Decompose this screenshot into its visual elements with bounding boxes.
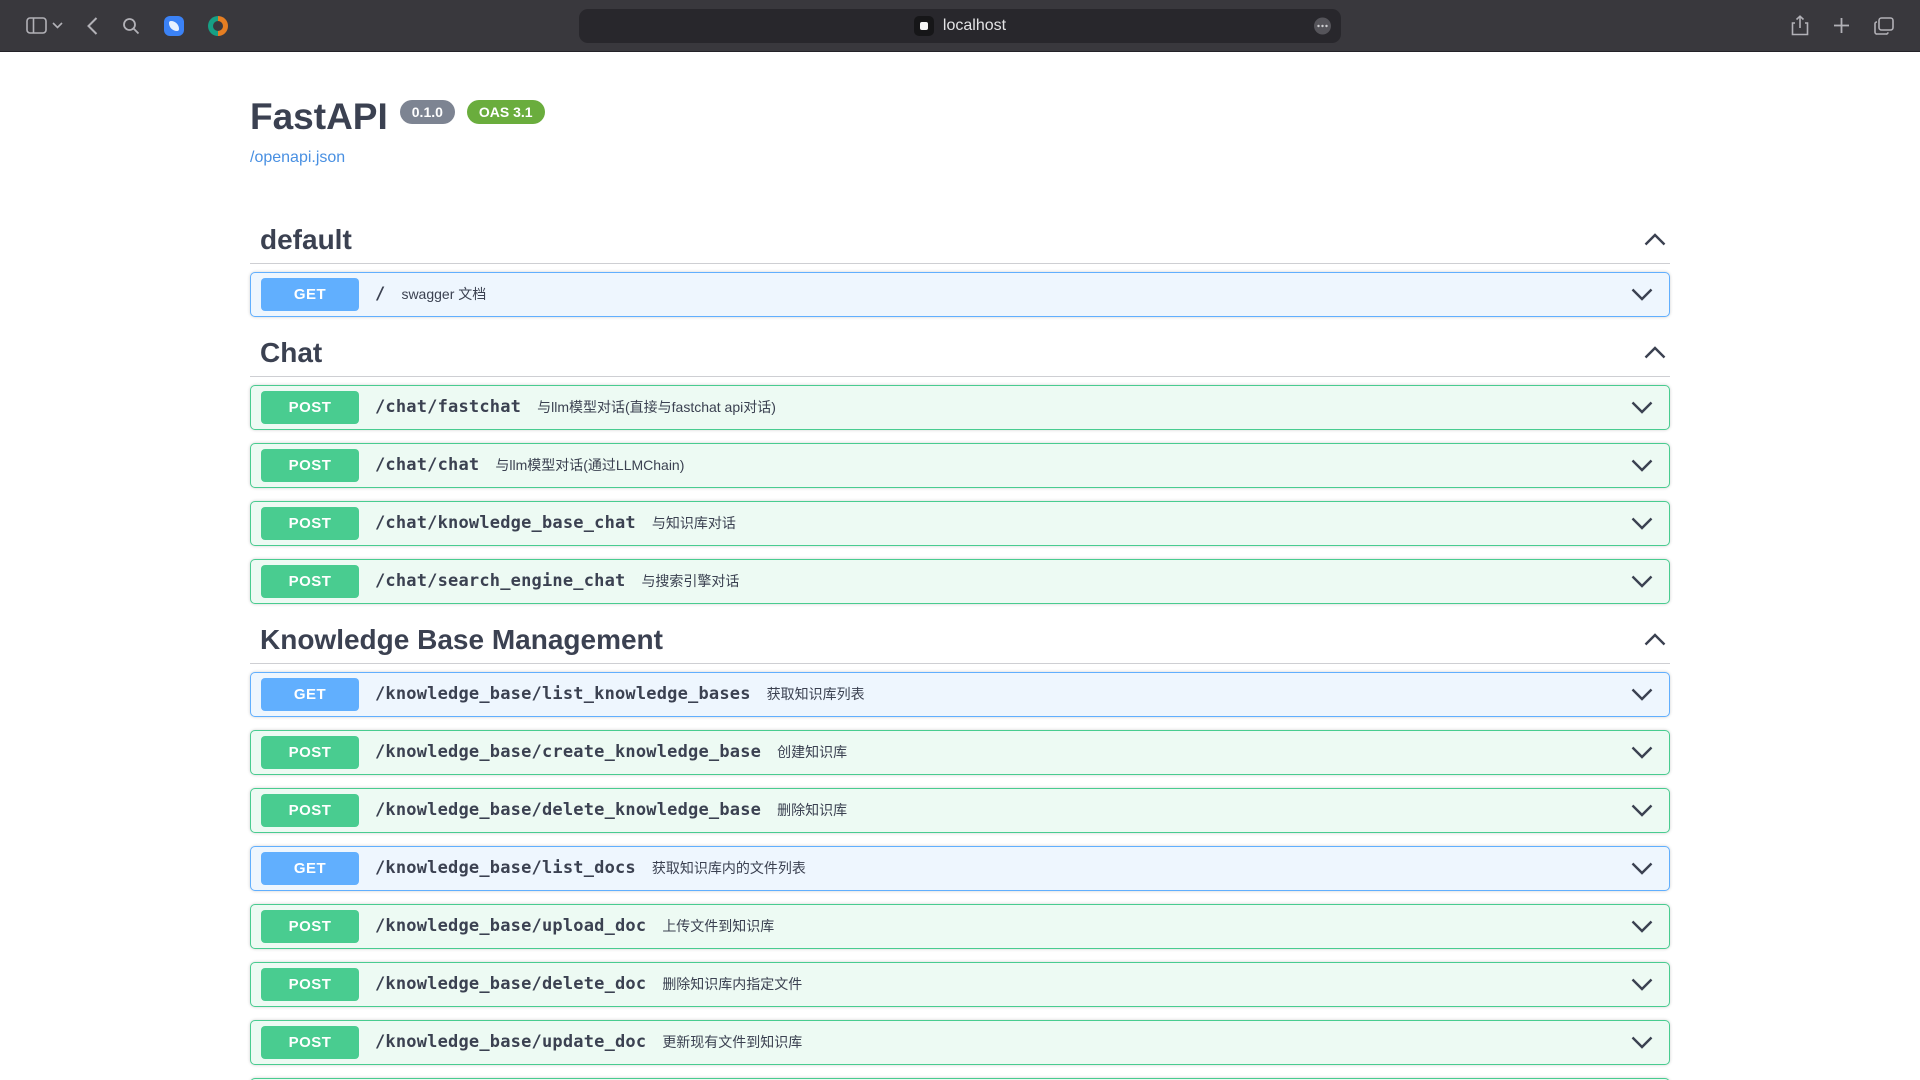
operation-path: /knowledge_base/delete_knowledge_base: [375, 800, 761, 820]
method-badge: GET: [261, 678, 359, 711]
section-header[interactable]: Knowledge Base Management: [250, 617, 1670, 664]
back-icon[interactable]: [87, 17, 98, 35]
operation-description: 获取知识库列表: [767, 684, 865, 704]
operation-row[interactable]: POST /chat/search_engine_chat 与搜索引擎对话: [250, 559, 1670, 604]
tabs-icon[interactable]: [1874, 17, 1894, 35]
section-title: default: [260, 224, 352, 256]
operation-path: /chat/fastchat: [375, 397, 521, 417]
operation-row[interactable]: GET /knowledge_base/list_docs 获取知识库内的文件列…: [250, 846, 1670, 891]
method-badge: POST: [261, 736, 359, 769]
api-section: Knowledge Base Management GET /knowledge…: [250, 617, 1670, 1080]
url-bar[interactable]: localhost: [579, 9, 1341, 43]
toolbar-left: [26, 16, 228, 36]
expand-chevron-down-icon[interactable]: [1631, 575, 1659, 588]
extension-icon-ring[interactable]: [208, 16, 228, 36]
operation-path: /knowledge_base/list_docs: [375, 858, 636, 878]
operation-path: /knowledge_base/upload_doc: [375, 916, 646, 936]
operation-path: /: [375, 284, 385, 304]
operation-description: 获取知识库内的文件列表: [652, 858, 806, 878]
operation-path: /chat/search_engine_chat: [375, 571, 625, 591]
expand-chevron-down-icon[interactable]: [1631, 862, 1659, 875]
method-badge: POST: [261, 507, 359, 540]
operation-path: /knowledge_base/delete_doc: [375, 974, 646, 994]
method-badge: POST: [261, 968, 359, 1001]
operation-row[interactable]: POST /knowledge_base/create_knowledge_ba…: [250, 730, 1670, 775]
api-section: Chat POST /chat/fastchat 与llm模型对话(直接与fas…: [250, 330, 1670, 604]
operation-row[interactable]: POST /knowledge_base/delete_knowledge_ba…: [250, 788, 1670, 833]
new-tab-icon[interactable]: [1833, 17, 1850, 34]
extension-icon-blue[interactable]: [164, 16, 184, 36]
openapi-spec-link[interactable]: /openapi.json: [250, 149, 345, 167]
page-title: FastAPI 0.1.0 OAS 3.1: [250, 96, 1670, 139]
operation-description: 上传文件到知识库: [662, 916, 774, 936]
oas-badge: OAS 3.1: [467, 100, 545, 124]
api-section: default GET / swagger 文档: [250, 217, 1670, 317]
site-favicon-icon: [914, 16, 934, 36]
operation-row[interactable]: POST /knowledge_base/delete_doc 删除知识库内指定…: [250, 962, 1670, 1007]
section-title: Knowledge Base Management: [260, 624, 663, 656]
url-text: localhost: [943, 17, 1006, 35]
collapse-chevron-up-icon[interactable]: [1644, 233, 1666, 246]
operation-row[interactable]: GET / swagger 文档: [250, 272, 1670, 317]
operation-description: 删除知识库: [777, 800, 847, 820]
expand-chevron-down-icon[interactable]: [1631, 1036, 1659, 1049]
method-badge: POST: [261, 910, 359, 943]
operation-description: 更新现有文件到知识库: [662, 1032, 802, 1052]
operation-description: swagger 文档: [401, 284, 486, 304]
method-badge: POST: [261, 1026, 359, 1059]
section-header[interactable]: Chat: [250, 330, 1670, 377]
operation-row[interactable]: POST /chat/fastchat 与llm模型对话(直接与fastchat…: [250, 385, 1670, 430]
operation-row[interactable]: POST /chat/knowledge_base_chat 与知识库对话: [250, 501, 1670, 546]
method-badge: GET: [261, 852, 359, 885]
method-badge: POST: [261, 449, 359, 482]
expand-chevron-down-icon[interactable]: [1631, 978, 1659, 991]
expand-chevron-down-icon[interactable]: [1631, 401, 1659, 414]
method-badge: POST: [261, 794, 359, 827]
operation-description: 与llm模型对话(直接与fastchat api对话): [537, 397, 776, 417]
sidebar-icon[interactable]: [26, 17, 47, 34]
toolbar-right: [1791, 15, 1894, 36]
operation-row[interactable]: GET /knowledge_base/list_knowledge_bases…: [250, 672, 1670, 717]
operation-path: /knowledge_base/list_knowledge_bases: [375, 684, 751, 704]
expand-chevron-down-icon[interactable]: [1631, 688, 1659, 701]
page-content: FastAPI 0.1.0 OAS 3.1 /openapi.json defa…: [0, 52, 1920, 1080]
collapse-chevron-up-icon[interactable]: [1644, 633, 1666, 646]
operation-row[interactable]: POST /knowledge_base/upload_doc 上传文件到知识库: [250, 904, 1670, 949]
expand-chevron-down-icon[interactable]: [1631, 746, 1659, 759]
operation-path: /chat/chat: [375, 455, 479, 475]
operation-row[interactable]: POST /knowledge_base/update_doc 更新现有文件到知…: [250, 1020, 1670, 1065]
section-header[interactable]: default: [250, 217, 1670, 264]
expand-chevron-down-icon[interactable]: [1631, 288, 1659, 301]
operation-description: 创建知识库: [777, 742, 847, 762]
more-ellipsis-icon[interactable]: [1313, 17, 1332, 36]
share-icon[interactable]: [1791, 15, 1809, 36]
expand-chevron-down-icon[interactable]: [1631, 920, 1659, 933]
browser-toolbar: localhost: [0, 0, 1920, 52]
version-badge: 0.1.0: [400, 100, 455, 124]
section-title: Chat: [260, 337, 322, 369]
expand-chevron-down-icon[interactable]: [1631, 804, 1659, 817]
section-operations: GET / swagger 文档: [250, 264, 1670, 317]
operation-description: 与知识库对话: [652, 513, 736, 533]
api-title-text: FastAPI: [250, 96, 388, 139]
method-badge: POST: [261, 391, 359, 424]
method-badge: POST: [261, 565, 359, 598]
section-operations: GET /knowledge_base/list_knowledge_bases…: [250, 664, 1670, 1080]
api-sections: default GET / swagger 文档 Chat: [250, 217, 1670, 1080]
operation-description: 与搜索引擎对话: [641, 571, 739, 591]
collapse-chevron-up-icon[interactable]: [1644, 346, 1666, 359]
method-badge: GET: [261, 278, 359, 311]
chevron-down-icon[interactable]: [52, 22, 63, 29]
expand-chevron-down-icon[interactable]: [1631, 517, 1659, 530]
operation-path: /chat/knowledge_base_chat: [375, 513, 636, 533]
expand-chevron-down-icon[interactable]: [1631, 459, 1659, 472]
operation-path: /knowledge_base/create_knowledge_base: [375, 742, 761, 762]
search-icon[interactable]: [122, 17, 140, 35]
operation-path: /knowledge_base/update_doc: [375, 1032, 646, 1052]
operation-row[interactable]: POST /chat/chat 与llm模型对话(通过LLMChain): [250, 443, 1670, 488]
operation-description: 删除知识库内指定文件: [662, 974, 802, 994]
section-operations: POST /chat/fastchat 与llm模型对话(直接与fastchat…: [250, 377, 1670, 604]
api-info: FastAPI 0.1.0 OAS 3.1 /openapi.json: [250, 52, 1670, 167]
operation-description: 与llm模型对话(通过LLMChain): [495, 455, 684, 475]
